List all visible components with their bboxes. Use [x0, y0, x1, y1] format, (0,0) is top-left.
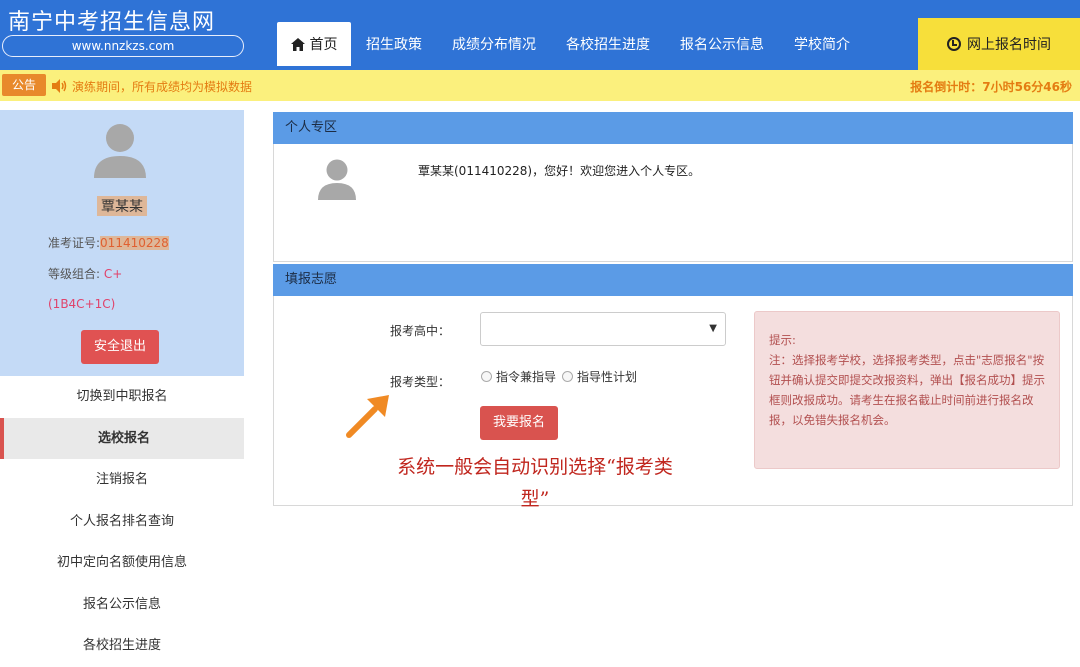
tip-text: 注：选择报考学校，选择报考类型，点击"志愿报名"按钮并确认提交即提交改报资料，弹… — [769, 353, 1045, 427]
nav-school-intro[interactable]: 学校简介 — [779, 34, 865, 54]
clock-icon — [947, 37, 961, 51]
nav-home[interactable]: 首页 — [277, 22, 351, 66]
student-name-text: 覃某某 — [97, 196, 147, 216]
logout-button[interactable]: 安全退出 — [81, 330, 159, 364]
tip-box: 提示: 注：选择报考学校，选择报考类型，点击"志愿报名"按钮并确认提交即提交改报… — [754, 311, 1060, 469]
grade-combination: 等级组合: C+ — [48, 265, 122, 282]
sidebar-menu: 切换到中职报名 选校报名 注销报名 个人报名排名查询 初中定向名额使用信息 报名… — [0, 376, 244, 667]
submit-registration-button[interactable]: 我要报名 — [480, 406, 558, 440]
avatar-icon — [318, 159, 356, 200]
nav-score-distribution[interactable]: 成绩分布情况 — [437, 34, 551, 54]
exam-number-value: 011410228 — [100, 236, 169, 250]
notice-bar: 公告 演练期间，所有成绩均为模拟数据 报名倒计时：7小时56分46秒 — [0, 70, 1080, 101]
radio-directive[interactable] — [481, 371, 492, 382]
tip-title: 提示: — [769, 333, 796, 347]
application-panel-title: 填报志愿 — [273, 264, 1073, 296]
school-select-label: 报考高中： — [390, 324, 451, 338]
annotation-line-2: 型” — [520, 488, 550, 510]
nav-home-label: 首页 — [309, 37, 338, 53]
avatar-icon — [94, 124, 146, 178]
notice-text: 演练期间，所有成绩均为模拟数据 — [72, 80, 253, 94]
sidebar-item-quota-info[interactable]: 初中定向名额使用信息 — [0, 542, 244, 584]
notice-badge: 公告 — [2, 74, 46, 96]
chevron-down-icon: ▼ — [709, 323, 717, 334]
grade-detail: (1B4C+1C) — [48, 297, 115, 311]
nav-registration-time[interactable]: 网上报名时间 — [918, 18, 1080, 70]
radio-directive-label[interactable]: 指令兼指导 — [496, 368, 556, 385]
grade-value: C+ — [103, 267, 123, 281]
annotation-caption: 系统一般会自动识别选择“报考类 型” — [350, 451, 720, 515]
nav-school-progress[interactable]: 各校招生进度 — [551, 34, 665, 54]
student-name: 覃某某 — [0, 196, 244, 216]
speaker-icon — [52, 79, 67, 93]
nav-admission-policy[interactable]: 招生政策 — [351, 34, 437, 54]
annotation-line-1: 系统一般会自动识别选择“报考类 — [397, 456, 673, 478]
profile-card: 覃某某 准考证号:011410228 等级组合: C+ (1B4C+1C) 安全… — [0, 110, 244, 376]
sidebar: 覃某某 准考证号:011410228 等级组合: C+ (1B4C+1C) 安全… — [0, 110, 244, 665]
school-select[interactable]: ▼ — [480, 312, 726, 346]
grade-label: 等级组合: — [48, 267, 104, 281]
home-icon — [290, 37, 305, 51]
exam-number-label: 准考证号: — [48, 236, 101, 250]
personal-panel-title: 个人专区 — [273, 112, 1073, 144]
site-title[interactable]: 南宁中考招生信息网 — [8, 4, 215, 36]
type-label: 报考类型： — [390, 375, 451, 389]
sidebar-item-ranking-query[interactable]: 个人报名排名查询 — [0, 501, 244, 543]
site-header: 南宁中考招生信息网 www.nnzkzs.com 首页 招生政策 成绩分布情况 … — [0, 0, 1080, 70]
site-url[interactable]: www.nnzkzs.com — [2, 35, 244, 57]
radio-guidance-label[interactable]: 指导性计划 — [577, 368, 637, 385]
welcome-message: 覃某某(011410228)，您好！欢迎您进入个人专区。 — [418, 164, 701, 178]
sidebar-item-switch-vocational[interactable]: 切换到中职报名 — [0, 376, 244, 418]
sidebar-item-cancel-registration[interactable]: 注销报名 — [0, 459, 244, 501]
radio-guidance[interactable] — [562, 371, 574, 382]
sidebar-item-school-progress[interactable]: 各校招生进度 — [0, 625, 244, 667]
sidebar-item-select-school[interactable]: 选校报名 — [0, 417, 244, 459]
annotation-arrow-icon — [346, 395, 389, 438]
nav-registration-public[interactable]: 报名公示信息 — [665, 34, 779, 54]
main-nav: 首页 招生政策 成绩分布情况 各校招生进度 报名公示信息 学校简介 — [277, 22, 865, 66]
grade-detail-value: (1B4C+1C) — [48, 297, 116, 311]
exam-number: 准考证号:011410228 — [48, 234, 169, 251]
nav-registration-time-label: 网上报名时间 — [967, 37, 1051, 53]
sidebar-item-registration-public[interactable]: 报名公示信息 — [0, 584, 244, 626]
registration-countdown: 报名倒计时：7小时56分46秒 — [910, 80, 1072, 94]
type-radio-group: 指令兼指导 指导性计划 — [481, 368, 637, 385]
